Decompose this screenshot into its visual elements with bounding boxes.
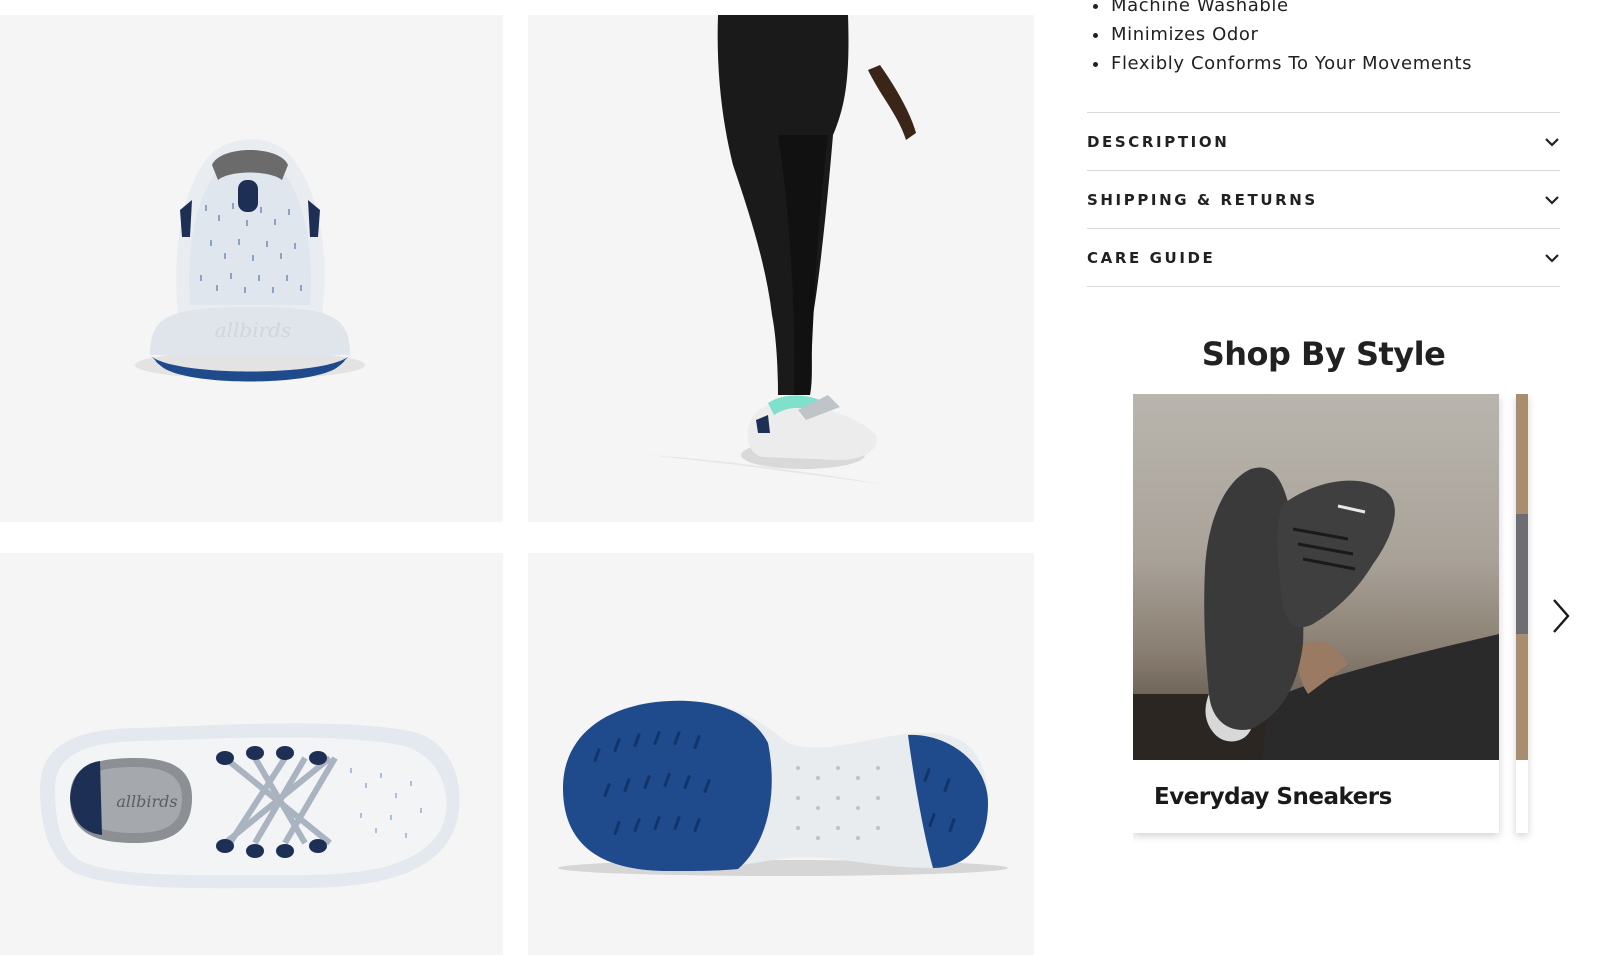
shoe-top-image: allbirds [40, 723, 460, 889]
product-details: Machine Washable Minimizes Odor Flexibly… [1087, 0, 1560, 833]
next-card-image [1516, 394, 1528, 760]
product-gallery: allbirds allbirds [0, 0, 1040, 955]
shoe-heel-image: allbirds [135, 139, 365, 382]
carousel-next-button[interactable] [1548, 596, 1574, 636]
style-carousel: Everyday Sneakers [1133, 394, 1560, 844]
chevron-down-icon [1545, 195, 1559, 205]
feature-item: Flexibly Conforms To Your Movements [1087, 49, 1560, 78]
feature-item: Minimizes Odor [1087, 20, 1560, 49]
svg-text:allbirds: allbirds [215, 318, 292, 342]
gallery-image-top[interactable]: allbirds [0, 553, 503, 955]
feature-list: Machine Washable Minimizes Odor Flexibly… [1087, 0, 1560, 78]
style-card-everyday-sneakers[interactable]: Everyday Sneakers [1133, 394, 1499, 833]
gallery-image-heel[interactable]: allbirds [0, 15, 503, 522]
model-wearing-shoe-image [648, 15, 916, 485]
chevron-down-icon [1545, 253, 1559, 263]
product-page: allbirds allbirds Machine Washable Minim… [0, 0, 1600, 955]
chevron-down-icon [1545, 137, 1559, 147]
gallery-image-sole[interactable] [528, 553, 1034, 955]
everyday-sneakers-image [1133, 394, 1499, 760]
shoe-sole-image [558, 700, 1008, 876]
product-accordion: DESCRIPTION SHIPPING & RETURNS CARE GUID… [1087, 112, 1560, 287]
accordion-care-label: CARE GUIDE [1087, 248, 1216, 267]
shop-by-style-title: Shop By Style [1201, 335, 1446, 373]
accordion-description[interactable]: DESCRIPTION [1087, 113, 1560, 171]
gallery-image-model[interactable] [528, 15, 1034, 522]
svg-text:allbirds: allbirds [116, 792, 177, 811]
accordion-shipping-label: SHIPPING & RETURNS [1087, 190, 1318, 209]
accordion-description-label: DESCRIPTION [1087, 132, 1230, 151]
accordion-shipping-returns[interactable]: SHIPPING & RETURNS [1087, 171, 1560, 229]
style-card-next-peek[interactable] [1516, 394, 1528, 833]
chevron-right-icon [1553, 599, 1570, 633]
feature-item: Machine Washable [1087, 0, 1560, 20]
accordion-care-guide[interactable]: CARE GUIDE [1087, 229, 1560, 287]
style-card-label: Everyday Sneakers [1154, 784, 1392, 810]
